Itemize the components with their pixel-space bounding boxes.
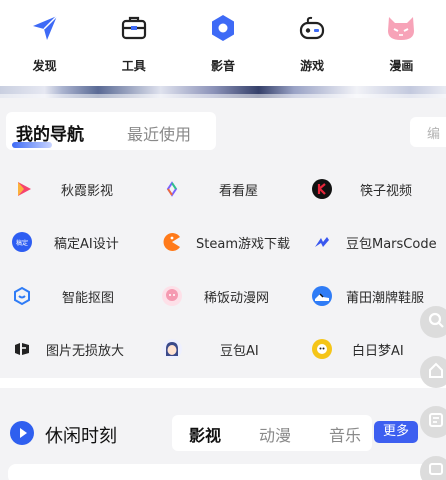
k-logo-icon: [312, 179, 332, 199]
marscode-logo-icon: [312, 232, 332, 252]
nav-item-label: Steam游戏下载: [196, 236, 290, 252]
category-tools[interactable]: 工具: [89, 0, 178, 86]
category-label: 游戏: [300, 59, 325, 73]
nav-item-label: 看看屋: [219, 183, 259, 199]
sneaker-icon: [312, 286, 332, 306]
nav-item-baimeng[interactable]: 白日梦AI: [312, 337, 432, 361]
message-fab[interactable]: [420, 456, 446, 480]
category-label: 影音: [210, 59, 235, 73]
list-icon: [427, 411, 445, 433]
gamepad-icon: [295, 11, 329, 45]
nav-item-gaoding[interactable]: 稿定 稿定AI设计: [12, 230, 138, 254]
tab-anime[interactable]: 动漫: [259, 422, 291, 446]
search-icon: [427, 311, 445, 333]
hexagon-play-icon: [206, 11, 240, 45]
paper-plane-icon: [28, 11, 62, 45]
category-bar: 发现 工具 影音 游戏 漫画: [0, 0, 446, 86]
pacman-icon: [162, 232, 182, 252]
play-circle-icon: [10, 421, 34, 445]
nav-item-upscale[interactable]: 图片无损放大: [12, 337, 142, 361]
nav-item-xifan[interactable]: 稀饭动漫网: [162, 284, 298, 308]
nav-item-steam[interactable]: Steam游戏下载: [162, 230, 298, 254]
leisure-title: 休闲时刻: [45, 426, 117, 447]
toolbox-icon: [117, 11, 151, 45]
tab-active-indicator: [12, 142, 52, 148]
tab-movies[interactable]: 影视: [189, 422, 221, 446]
tab-recent[interactable]: 最近使用: [127, 121, 191, 145]
play-triangle-icon: [14, 179, 34, 199]
nav-item-label: 筷子视频: [360, 183, 413, 199]
edit-label: 编: [427, 127, 441, 142]
banner-image[interactable]: [0, 86, 446, 98]
category-comics[interactable]: 漫画: [357, 0, 446, 86]
nav-item-label: 豆包MarsCode: [346, 236, 437, 252]
gaoding-logo-icon: 稿定: [12, 232, 32, 252]
nav-item-marscode[interactable]: 豆包MarsCode: [312, 230, 442, 254]
nav-item-putian[interactable]: 莆田潮牌鞋服: [312, 284, 442, 308]
edit-button[interactable]: 编: [410, 117, 446, 147]
nav-item-label: 图片无损放大: [46, 343, 125, 359]
category-media[interactable]: 影音: [178, 0, 267, 86]
home-fab[interactable]: [420, 356, 446, 388]
nav-item-label: 稀饭动漫网: [204, 290, 270, 306]
nav-item-label: 豆包AI: [220, 343, 259, 359]
search-fab[interactable]: [420, 306, 446, 338]
message-icon: [427, 461, 445, 480]
category-label: 工具: [121, 59, 146, 73]
nav-item-kuaizi[interactable]: 筷子视频: [312, 177, 442, 201]
nav-item-label: 莆田潮牌鞋服: [346, 290, 425, 306]
nav-item-qiuxia[interactable]: 秋霞影视: [14, 177, 134, 201]
home-icon: [427, 361, 445, 383]
daydream-icon: [312, 339, 332, 359]
category-label: 发现: [32, 59, 57, 73]
tab-music[interactable]: 音乐: [329, 422, 361, 446]
category-discover[interactable]: 发现: [0, 0, 89, 86]
category-games[interactable]: 游戏: [268, 0, 357, 86]
nav-item-label: 白日梦AI: [352, 343, 404, 359]
nav-item-kankanwu[interactable]: 看看屋: [162, 177, 282, 201]
content-card[interactable]: [8, 464, 438, 480]
list-fab[interactable]: [420, 406, 446, 438]
nav-item-doubao[interactable]: 豆包AI: [162, 337, 282, 361]
smart-cutout-icon: [12, 286, 32, 306]
category-label: 漫画: [389, 59, 414, 73]
doubao-avatar-icon: [162, 339, 182, 359]
nav-item-cutout[interactable]: 智能抠图: [12, 284, 142, 308]
colorful-swirl-icon: [162, 179, 182, 199]
nav-item-label: 智能抠图: [62, 290, 115, 306]
image-upscale-icon: [12, 339, 32, 359]
anime-avatar-icon: [162, 286, 182, 306]
svg-text:稿定: 稿定: [16, 239, 28, 247]
nav-item-label: 秋霞影视: [61, 183, 114, 199]
more-button[interactable]: 更多: [374, 421, 418, 443]
nav-item-label: 稿定AI设计: [54, 236, 119, 252]
cat-icon: [384, 11, 418, 45]
